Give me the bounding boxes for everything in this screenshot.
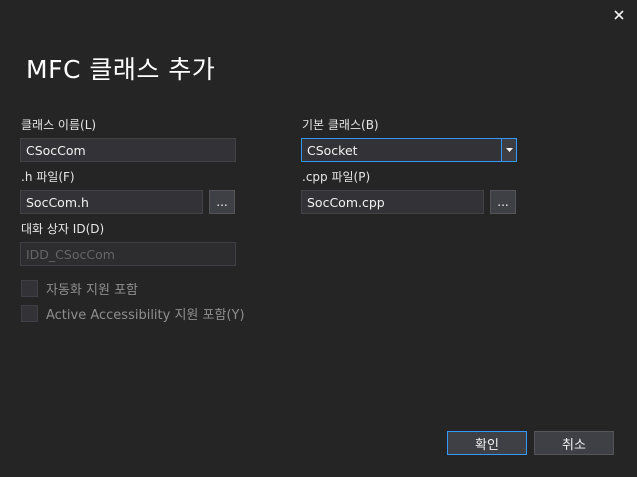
class-name-value: CSocCom	[26, 142, 86, 158]
dialog-title: MFC 클래스 추가	[26, 55, 216, 84]
dialog-id-label: 대화 상자 ID(D)	[21, 222, 105, 236]
cpp-file-value: SocCom.cpp	[307, 194, 385, 210]
cpp-file-input[interactable]: SocCom.cpp	[301, 190, 484, 214]
ok-button[interactable]: 확인	[447, 431, 527, 455]
h-file-value: SocCom.h	[26, 194, 89, 210]
automation-checkbox-row: 자동화 지원 포함	[21, 279, 138, 298]
base-class-label: 기본 클래스(B)	[302, 118, 379, 132]
base-class-value: CSocket	[307, 142, 358, 158]
automation-checkbox	[21, 280, 38, 297]
accessibility-checkbox-row: Active Accessibility 지원 포함(Y)	[21, 304, 245, 323]
h-file-label: .h 파일(F)	[21, 170, 75, 184]
cpp-file-browse-button[interactable]: ...	[490, 190, 516, 214]
cpp-file-label: .cpp 파일(P)	[302, 170, 371, 184]
add-mfc-class-dialog: MFC 클래스 추가 클래스 이름(L) CSocCom 기본 클래스(B) C…	[0, 0, 637, 477]
close-button[interactable]	[608, 6, 630, 24]
cancel-button[interactable]: 취소	[534, 431, 614, 455]
h-file-browse-button[interactable]: ...	[209, 190, 235, 214]
chevron-down-icon	[505, 148, 513, 152]
h-file-input[interactable]: SocCom.h	[20, 190, 203, 214]
base-class-select[interactable]: CSocket	[301, 138, 517, 162]
close-icon	[614, 10, 624, 20]
dialog-id-value: IDD_CSocCom	[26, 246, 115, 262]
accessibility-label: Active Accessibility 지원 포함(Y)	[46, 308, 245, 323]
class-name-input[interactable]: CSocCom	[20, 138, 236, 162]
dropdown-button[interactable]	[501, 139, 516, 161]
dialog-id-input: IDD_CSocCom	[20, 242, 236, 266]
automation-label: 자동화 지원 포함	[46, 283, 138, 298]
class-name-label: 클래스 이름(L)	[21, 118, 97, 132]
accessibility-checkbox	[21, 305, 38, 322]
